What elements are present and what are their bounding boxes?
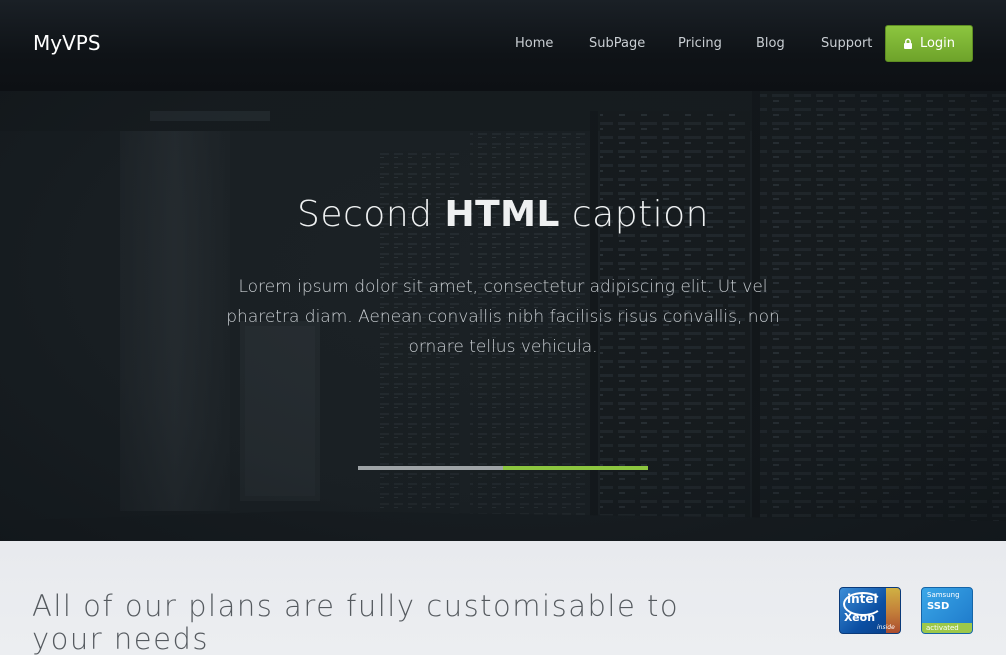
caption-title-part-1: Second [297,194,445,235]
login-button[interactable]: Login [885,25,973,62]
nav-item-pricing[interactable]: Pricing [678,36,722,51]
features-section: All of our plans are fully customisable … [0,541,1006,655]
nav-item-home[interactable]: Home [515,36,553,51]
slider-progress-bar[interactable] [358,466,648,470]
logo[interactable]: MyVPS [33,31,101,55]
lock-icon [903,38,912,49]
hero-caption-title: Second HTML caption [0,194,1006,235]
intel-product-text: Xeon [844,611,876,624]
login-button-label: Login [919,36,956,51]
samsung-ssd-badge: Samsung SSD activated [921,587,973,634]
caption-title-part-2: caption [559,194,709,235]
ssd-brand-text: Samsung [927,591,960,599]
intel-brand-text: intel [847,592,878,606]
ssd-product-text: SSD [927,601,950,612]
hero-caption-text: Lorem ipsum dolor sit amet, consectetur … [226,277,780,357]
nav-item-blog[interactable]: Blog [756,36,785,51]
nav-item-subpage[interactable]: SubPage [589,36,645,51]
intel-suffix-text: inside [877,624,895,631]
hero-slider: Second HTML caption Lorem ipsum dolor si… [0,91,1006,541]
features-heading: All of our plans are fully customisable … [32,589,680,655]
site-header: MyVPS Home SubPage Pricing Blog Support … [0,0,1006,91]
slider-progress-fill [503,466,648,470]
caption-title-bold: HTML [444,194,560,235]
intel-xeon-badge: intel Xeon inside [839,587,901,634]
ssd-status-text: activated [926,624,959,632]
nav-item-support[interactable]: Support [821,36,872,51]
